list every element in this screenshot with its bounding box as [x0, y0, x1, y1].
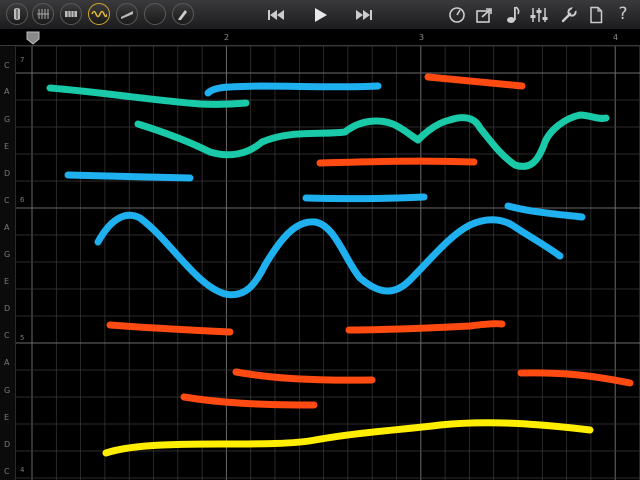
melody-stroke[interactable] — [46, 84, 250, 108]
bar-label-3: 3 — [419, 33, 425, 42]
wave-button[interactable] — [88, 3, 110, 25]
octave-label-7: 7 — [20, 56, 25, 64]
note-label-g: G — [4, 250, 11, 259]
keyboard-icon — [64, 8, 78, 20]
note-label-a: A — [4, 358, 10, 367]
fast-forward-icon[interactable] — [352, 4, 374, 26]
note-label-e: E — [4, 277, 10, 286]
octave-label-6: 6 — [20, 196, 25, 204]
note-label-d: D — [4, 304, 11, 313]
help-icon[interactable]: ? — [612, 3, 634, 25]
note-label-g: G — [4, 386, 11, 395]
melody-stroke[interactable] — [94, 211, 564, 299]
note-keys: C A G E D C A G E D C A G E D C — [0, 46, 16, 480]
note-label-c: C — [4, 61, 10, 70]
note-label-a: A — [4, 87, 10, 96]
note-label-e: E — [4, 142, 10, 151]
note-label-d: D — [4, 169, 11, 178]
melody-canvas[interactable] — [0, 0, 640, 480]
melody-stroke[interactable] — [504, 202, 586, 221]
pen-button[interactable] — [172, 3, 194, 25]
pen-icon — [176, 7, 190, 21]
note-label-a: A — [4, 223, 10, 232]
mixer-icon[interactable] — [528, 4, 550, 26]
drawn-strokes[interactable] — [46, 73, 634, 457]
grid — [16, 45, 640, 480]
melody-stroke[interactable] — [180, 393, 318, 409]
note-label-d: D — [4, 440, 11, 449]
wave-icon — [91, 8, 107, 20]
octave-label-5: 5 — [20, 334, 25, 342]
slide-button[interactable] — [116, 3, 138, 25]
octave-label-4: 4 — [20, 466, 25, 474]
melody-stroke[interactable] — [102, 419, 594, 457]
note-label-c: C — [4, 331, 10, 340]
melody-stroke[interactable] — [345, 320, 506, 334]
share-icon[interactable] — [474, 4, 496, 26]
instrument-button[interactable] — [6, 3, 28, 25]
grid-button[interactable] — [32, 3, 54, 25]
timeline-ruler[interactable]: 2 3 4 — [0, 30, 640, 46]
note-icon[interactable] — [502, 4, 524, 26]
keyboard-button[interactable] — [60, 3, 82, 25]
grid-icon — [36, 7, 50, 21]
play-icon[interactable] — [309, 4, 331, 26]
wrench-icon[interactable] — [558, 4, 580, 26]
melody-stroke[interactable] — [232, 368, 376, 384]
melody-stroke[interactable] — [106, 321, 234, 336]
toolbar: ? — [0, 0, 640, 30]
melody-stroke[interactable] — [316, 157, 478, 167]
document-icon[interactable] — [585, 4, 607, 26]
melody-stroke[interactable] — [134, 111, 610, 170]
empty-button[interactable] — [144, 3, 166, 25]
note-label-e: E — [4, 413, 10, 422]
melody-stroke[interactable] — [424, 73, 526, 90]
melody-stroke[interactable] — [204, 82, 382, 97]
melody-stroke[interactable] — [302, 193, 428, 203]
bar-label-4: 4 — [613, 33, 619, 42]
melody-stroke[interactable] — [64, 171, 194, 182]
melody-stroke[interactable] — [517, 369, 634, 387]
slide-icon — [120, 8, 134, 20]
note-label-c: C — [4, 467, 10, 476]
metronome-icon[interactable] — [446, 4, 468, 26]
instrument-icon — [10, 7, 24, 21]
note-label-g: G — [4, 115, 11, 124]
note-label-c: C — [4, 196, 10, 205]
playhead-handle[interactable] — [24, 30, 42, 46]
rewind-icon[interactable] — [266, 4, 288, 26]
bar-label-2: 2 — [224, 33, 230, 42]
